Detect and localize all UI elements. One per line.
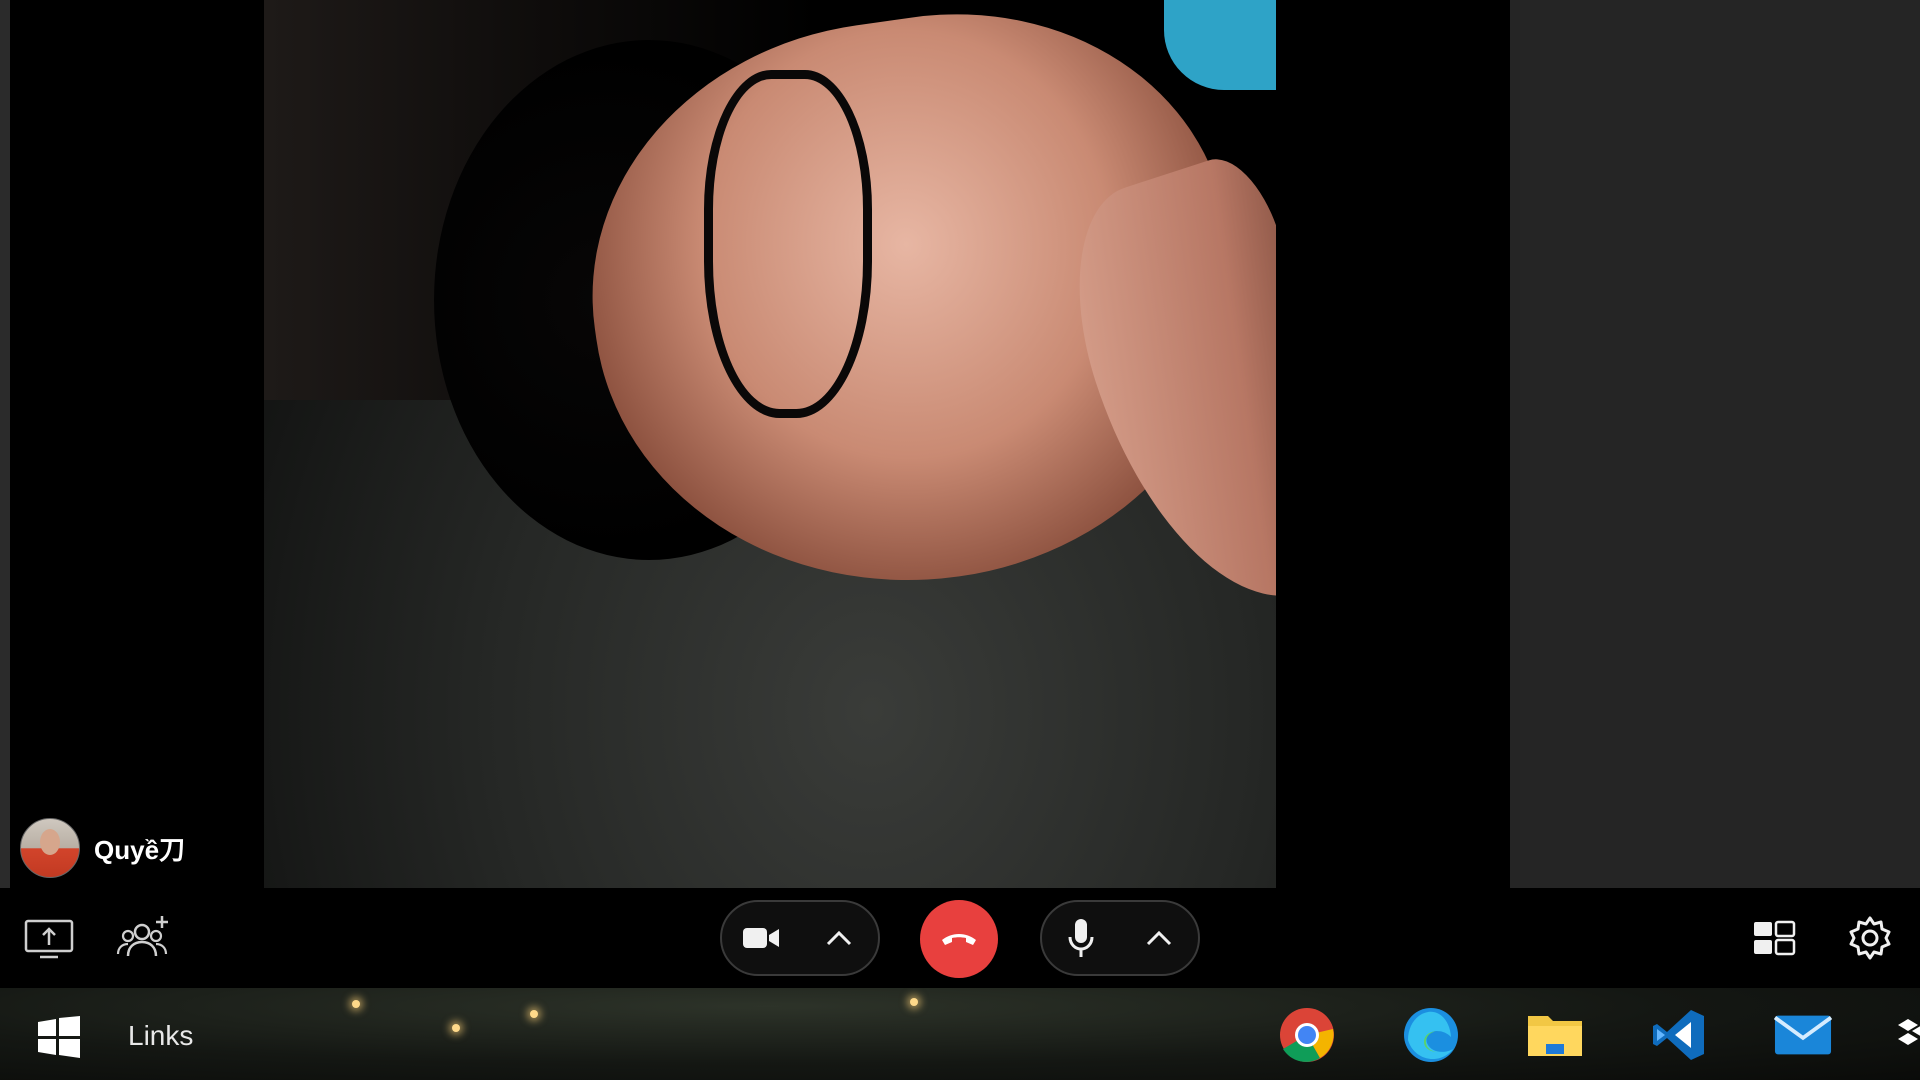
video-stage: Quyề刀 (0, 0, 1920, 888)
taskbar-mail[interactable] (1774, 1006, 1832, 1064)
participant-name: Quyề刀 (94, 834, 186, 865)
wallpaper-light (910, 998, 918, 1006)
wallpaper-light (352, 1000, 360, 1008)
video-toggle-button[interactable] (722, 902, 800, 974)
video-options-button[interactable] (800, 902, 878, 974)
settings-button[interactable] (1846, 914, 1894, 962)
video-camera-icon (743, 928, 779, 948)
start-button[interactable] (38, 1016, 80, 1058)
taskbar-links-toolbar[interactable]: Links (128, 1020, 193, 1052)
file-explorer-icon (1528, 1016, 1582, 1056)
add-people-button[interactable] (116, 914, 172, 962)
mic-toggle-button[interactable] (1042, 902, 1120, 974)
video-control-group (720, 900, 880, 976)
windows-taskbar: Links (0, 988, 1920, 1080)
layout-button[interactable] (1752, 918, 1798, 958)
taskbar-file-explorer[interactable] (1526, 1006, 1584, 1064)
taskbar-dropbox[interactable] (1886, 1006, 1920, 1064)
mic-control-group (1040, 900, 1200, 976)
phone-hangup-icon (942, 934, 976, 945)
participant-tag: Quyề刀 (20, 818, 185, 878)
side-panel (1510, 0, 1920, 888)
gear-icon (1849, 916, 1891, 960)
mic-options-button[interactable] (1120, 902, 1198, 974)
edge-icon (1404, 1008, 1458, 1062)
chevron-up-icon (826, 930, 852, 946)
call-controls-bar (0, 888, 1920, 988)
end-call-button[interactable] (920, 900, 998, 978)
stage-edge (0, 0, 10, 888)
wallpaper-light (452, 1024, 460, 1032)
dropbox-icon (1898, 1019, 1920, 1045)
layout-grid-icon (1754, 920, 1796, 956)
taskbar-chrome[interactable] (1278, 1006, 1336, 1064)
taskbar-edge[interactable] (1402, 1006, 1460, 1064)
windows-icon (38, 1016, 80, 1058)
participant-avatar (20, 818, 80, 878)
microphone-icon (1068, 919, 1094, 957)
share-screen-icon (24, 919, 74, 959)
vscode-icon (1653, 1010, 1704, 1060)
taskbar-vscode[interactable] (1650, 1006, 1708, 1064)
video-glasses (704, 70, 872, 418)
mail-icon (1774, 1015, 1832, 1055)
wallpaper-light (530, 1010, 538, 1018)
remote-video-feed (264, 0, 1276, 888)
chevron-up-icon (1146, 930, 1172, 946)
share-screen-button[interactable] (24, 918, 74, 960)
chrome-icon (1280, 1008, 1334, 1062)
add-people-icon (116, 916, 168, 957)
